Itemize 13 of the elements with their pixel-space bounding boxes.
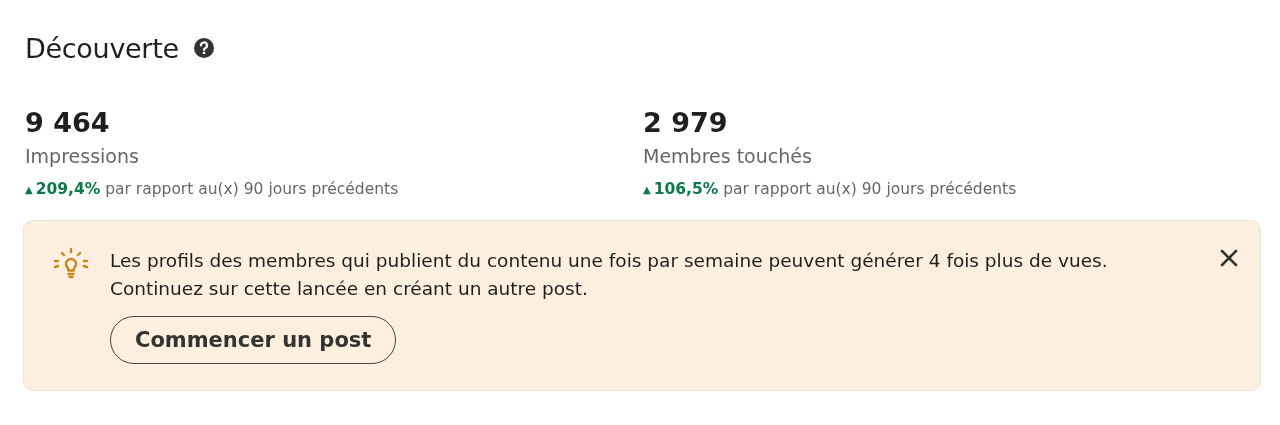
change-text: 209,4% par rapport au(x) 90 jours précédents [35, 180, 399, 198]
help-icon[interactable] [192, 37, 215, 59]
tip-message: Les profils des membres qui publient du contenu une fois par semaine peuvent générer 4 fois plus de vues. Continuez sur cette lancée en créant un autre post. [110, 249, 1109, 301]
trend-arrow: ▲ [25, 183, 33, 195]
close-icon[interactable] [1218, 247, 1240, 269]
trend-arrow: ▲ [643, 183, 651, 195]
section-title: Découverte [25, 32, 179, 64]
metric-value: 2 979 [643, 106, 728, 140]
metric-label: Impressions [25, 144, 139, 169]
metric-value: 9 464 [25, 106, 110, 140]
change-text: 106,5% par rapport au(x) 90 jours précédents [653, 180, 1017, 198]
metric-label: Membres touchés [643, 144, 812, 169]
lightbulb-icon [52, 247, 90, 281]
